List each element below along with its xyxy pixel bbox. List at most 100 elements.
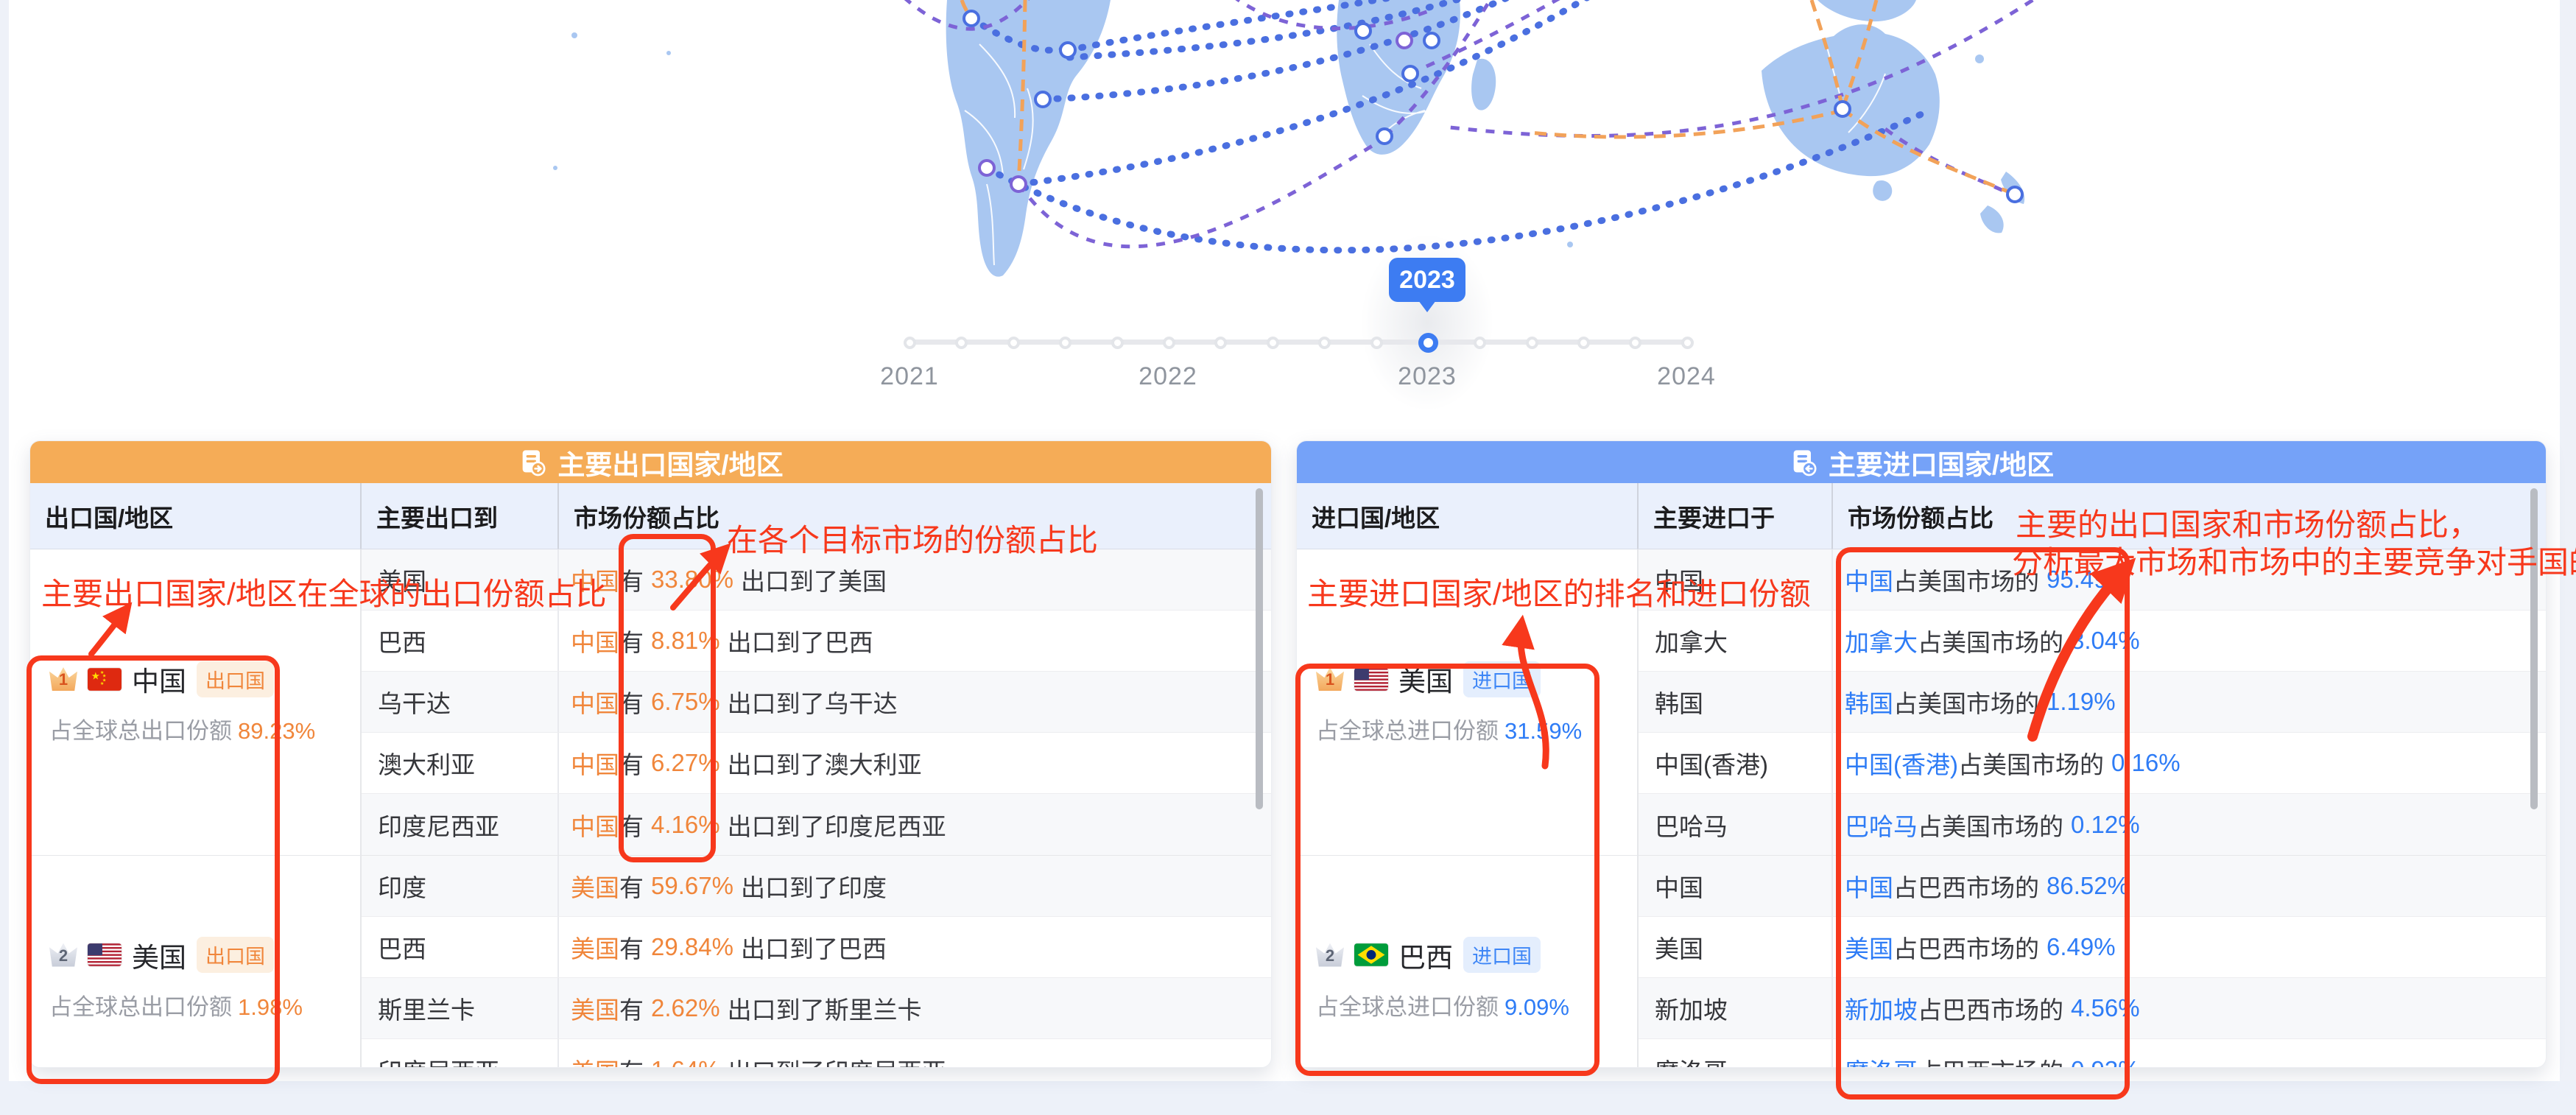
group-country-name: 巴西 (1398, 935, 1453, 975)
svg-text:★: ★ (91, 670, 100, 681)
import-group-cell: 2 巴西 进口国 占全球总进口份额9.09% (1297, 856, 1639, 1068)
importer-type-badge: 进口国 (1463, 937, 1541, 973)
market-share-sentence: 美国有29.84%出口到了巴西 (559, 917, 1271, 977)
market-share-sentence: 美国占巴西市场的6.49% (1833, 917, 2546, 977)
timeline-dot[interactable] (1163, 337, 1175, 349)
timeline-dot[interactable] (1526, 337, 1538, 349)
export-table-header: 主要出口国家/地区 (30, 441, 1271, 483)
global-share-percent: 9.09% (1505, 994, 1569, 1020)
actor-country: 中国 (571, 745, 619, 781)
timeline-dot[interactable] (1007, 337, 1020, 349)
global-share-line: 占全球总出口份额1.98% (49, 988, 360, 1021)
source-country: 加拿大 (1639, 611, 1833, 671)
world-trade-map (0, 0, 2576, 401)
table-row: 中国中国占巴西市场的86.52% (1639, 856, 2546, 917)
global-share-line: 占全球总进口份额9.09% (1316, 988, 1637, 1021)
share-percent: 4.16% (651, 811, 720, 839)
timeline-dot[interactable] (1681, 337, 1694, 349)
timeline-dot[interactable] (904, 337, 916, 349)
global-share-percent: 89.23% (238, 718, 315, 744)
export-table-body: 1 ★★★★★ 中国 出口国 占全球总出口份额89.23% 美国中国有33.80… (30, 549, 1271, 1068)
table-row: 中国中国占美国市场的95.49% (1639, 549, 2546, 611)
share-percent: 86.52% (2047, 872, 2129, 900)
table-row: 印度尼西亚美国有1.64%出口到了印度尼西亚 (362, 1039, 1271, 1068)
export-group-rows: 美国中国有33.80%出口到了美国 巴西中国有8.81%出口到了巴西 乌干达中国… (362, 549, 1271, 855)
target-country: 巴西 (362, 917, 559, 977)
rank-1-crown-badge: 1 (49, 667, 77, 691)
col-header-market-share: 市场份额占比 (559, 483, 1271, 549)
share-percent: 6.75% (651, 688, 720, 716)
export-group-rows: 印度美国有59.67%出口到了印度 巴西美国有29.84%出口到了巴西 斯里兰卡… (362, 856, 1271, 1068)
export-ranking-icon (518, 448, 547, 477)
share-percent: 6.27% (651, 749, 720, 777)
table-row: 巴西美国有29.84%出口到了巴西 (362, 917, 1271, 978)
actor-country: 中国 (571, 623, 619, 658)
timeline-dot[interactable] (1318, 337, 1331, 349)
target-country: 印度尼西亚 (362, 1039, 559, 1068)
source-country: 美国 (1639, 917, 1833, 977)
market-share-sentence: 中国有33.80%出口到了美国 (559, 549, 1271, 610)
trade-dashboard-page: 2021 2022 2023 2024 2023 主要出口国家/地区 出口国/地… (0, 0, 2576, 1115)
group-country-name: 美国 (1398, 659, 1453, 699)
market-share-sentence: 中国有6.27%出口到了澳大利亚 (559, 733, 1271, 793)
actor-country: 中国 (571, 807, 619, 843)
export-table-scrollbar[interactable] (1256, 488, 1263, 809)
source-country: 中国(香港) (1639, 733, 1833, 793)
market-share-sentence: 中国有8.81%出口到了巴西 (559, 611, 1271, 671)
madagascar-shape (1471, 59, 1496, 110)
import-ranking-icon (1789, 448, 1818, 477)
export-group-cell: 2 美国 出口国 占全球总出口份额1.98% (30, 856, 362, 1068)
market-share-sentence: 中国占巴西市场的86.52% (1833, 856, 2546, 916)
share-percent: 1.19% (2047, 688, 2116, 716)
timeline-dot[interactable] (1267, 337, 1279, 349)
actor-country: 中国 (1845, 868, 1893, 904)
table-row: 摩洛哥摩洛哥占巴西市场的0.93% (1639, 1039, 2546, 1068)
share-percent: 29.84% (651, 933, 733, 961)
timeline-dot[interactable] (1111, 337, 1124, 349)
timeline-dot[interactable] (1577, 337, 1590, 349)
market-share-sentence: 中国有4.16%出口到了印度尼西亚 (559, 794, 1271, 855)
share-percent: 0.16% (2111, 749, 2181, 777)
map-svg (0, 0, 2576, 401)
table-row: 印度尼西亚中国有4.16%出口到了印度尼西亚 (362, 794, 1271, 855)
timeline-dot-active-2023[interactable] (1418, 333, 1438, 353)
timeline-dot[interactable] (1474, 337, 1486, 349)
global-share-percent: 1.98% (238, 994, 303, 1020)
timeline-dot[interactable] (1370, 337, 1383, 349)
timeline-dot[interactable] (955, 337, 968, 349)
export-table-title: 主要出口国家/地区 (557, 443, 783, 482)
import-group-cell: 1 美国 进口国 占全球总进口份额31.59% (1297, 549, 1639, 855)
timeline-dot[interactable] (1629, 337, 1641, 349)
col-header-export-to: 主要出口到 (362, 483, 559, 549)
import-table-header: 主要进口国家/地区 (1297, 441, 2546, 483)
import-group-usa: 1 美国 进口国 占全球总进口份额31.59% 中国中国占美国市场的95.49%… (1297, 549, 2546, 856)
market-share-sentence: 韩国占美国市场的1.19% (1833, 672, 2546, 732)
export-group-china: 1 ★★★★★ 中国 出口国 占全球总出口份额89.23% 美国中国有33.80… (30, 549, 1271, 856)
share-percent: 95.49% (2047, 566, 2129, 594)
actor-country: 中国(香港) (1845, 745, 1958, 781)
timeline-dot[interactable] (1214, 337, 1227, 349)
table-row: 斯里兰卡美国有2.62%出口到了斯里兰卡 (362, 978, 1271, 1039)
rank-1-crown-badge: 1 (1316, 667, 1344, 691)
import-group-brazil: 2 巴西 进口国 占全球总进口份额9.09% 中国中国占巴西市场的86.52% … (1297, 856, 2546, 1068)
market-share-sentence: 美国有2.62%出口到了斯里兰卡 (559, 978, 1271, 1038)
brazil-flag-icon (1354, 943, 1388, 966)
share-percent: 33.80% (651, 566, 733, 594)
source-country: 中国 (1639, 856, 1833, 916)
group-country-name: 美国 (132, 935, 186, 975)
target-country: 巴西 (362, 611, 559, 671)
table-row: 中国(香港)中国(香港)占美国市场的0.16% (1639, 733, 2546, 794)
import-table-scrollbar[interactable] (2530, 488, 2538, 809)
timeline-dot[interactable] (1059, 337, 1071, 349)
china-flag-icon: ★★★★★ (88, 668, 122, 691)
new-guinea-shape (1817, 0, 1916, 21)
source-country: 新加坡 (1639, 978, 1833, 1038)
actor-country: 中国 (1845, 562, 1893, 597)
actor-country: 美国 (571, 868, 619, 904)
group-country-name: 中国 (132, 659, 186, 699)
table-row: 美国中国有33.80%出口到了美国 (362, 549, 1271, 611)
market-share-sentence: 中国占美国市场的95.49% (1833, 549, 2546, 610)
share-percent: 0.93% (2071, 1056, 2140, 1069)
actor-country: 中国 (571, 684, 619, 720)
share-percent: 59.67% (651, 872, 733, 900)
